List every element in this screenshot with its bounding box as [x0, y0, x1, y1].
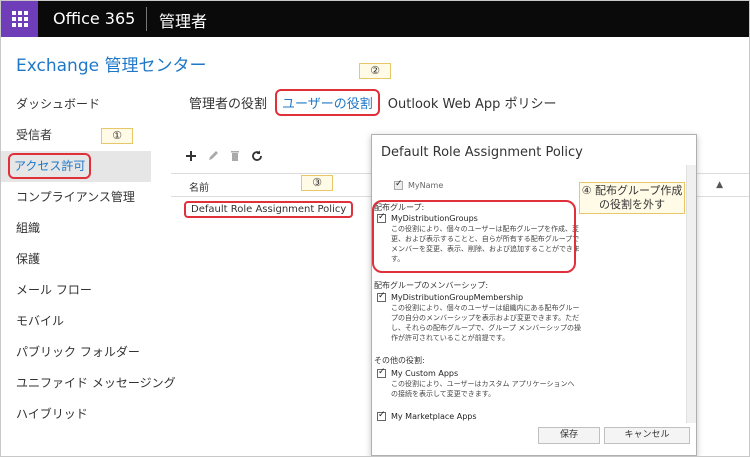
sidebar-item-label: メール フロー — [16, 283, 92, 297]
cancel-button[interactable]: キャンセル — [604, 427, 690, 444]
sidebar-item-label: 保護 — [16, 252, 41, 266]
edit-icon[interactable] — [206, 149, 220, 163]
dialog-footer: 保存 キャンセル — [372, 421, 696, 455]
role-description: この役割により、ユーザーはカスタム アプリケーションへの接続を表示して変更できま… — [391, 380, 575, 398]
page-title: Exchange 管理センター — [16, 56, 207, 76]
save-button[interactable]: 保存 — [538, 427, 600, 444]
tab-bar: 管理者の役割 ユーザーの役割 Outlook Web App ポリシー — [189, 89, 565, 116]
section-label[interactable]: 管理者 — [159, 8, 207, 32]
custom-apps-checkbox[interactable] — [377, 367, 386, 378]
highlight-box — [372, 200, 576, 273]
group-label: 配布グループのメンバーシップ: — [374, 281, 489, 290]
sidebar-item-compliance[interactable]: コンプライアンス管理 — [1, 182, 151, 213]
add-icon[interactable] — [184, 149, 198, 163]
top-bar: Office 365 管理者 — [1, 1, 749, 37]
app-launcher-icon[interactable] — [1, 1, 38, 37]
tab-user-roles[interactable]: ユーザーの役割 — [275, 89, 380, 116]
topbar-divider — [146, 7, 147, 31]
callout-1: ① — [101, 128, 133, 144]
role-name: MyName — [408, 181, 444, 190]
app-window: Office 365 管理者 Exchange 管理センター ダッシュボード 受… — [0, 0, 750, 457]
brand-label[interactable]: Office 365 — [53, 9, 135, 28]
sidebar-item-mobile[interactable]: モバイル — [1, 306, 151, 337]
callout-2: ② — [359, 63, 391, 79]
sidebar-item-protection[interactable]: 保護 — [1, 244, 151, 275]
marketplace-apps-checkbox[interactable] — [377, 410, 386, 421]
sidebar-item-unified-messaging[interactable]: ユニファイド メッセージング — [1, 368, 176, 399]
sidebar-item-public-folders[interactable]: パブリック フォルダー — [1, 337, 151, 368]
sidebar-item-mail-flow[interactable]: メール フロー — [1, 275, 151, 306]
group-label: その他の役割: — [374, 356, 425, 365]
distribution-membership-checkbox[interactable] — [377, 291, 386, 302]
sidebar-item-label: ハイブリッド — [16, 407, 88, 421]
column-header-name[interactable]: 名前 — [189, 179, 209, 194]
sidebar-item-label: アクセス許可 — [8, 153, 92, 179]
tab-owa-policies[interactable]: Outlook Web App ポリシー — [388, 93, 557, 112]
sidebar-item-label: パブリック フォルダー — [16, 345, 140, 359]
sidebar-item-organization[interactable]: 組織 — [1, 213, 151, 244]
table-row[interactable]: Default Role Assignment Policy — [184, 201, 354, 218]
delete-icon[interactable] — [228, 149, 242, 163]
sidebar-item-hybrid[interactable]: ハイブリッド — [1, 399, 151, 430]
tab-admin-roles[interactable]: 管理者の役割 — [189, 93, 267, 112]
sort-up-icon[interactable]: ▲ — [716, 180, 723, 190]
sidebar-item-permissions[interactable]: アクセス許可 — [1, 151, 151, 182]
sidebar-item-label: 受信者 — [16, 128, 53, 142]
role-description: この役割により、個々のユーザーは組織内にある配布グループの自分のメンバーシップを… — [391, 304, 581, 342]
refresh-icon[interactable] — [250, 149, 264, 163]
toolbar — [184, 149, 264, 163]
dialog-title: Default Role Assignment Policy — [381, 145, 583, 160]
sidebar-item-label: ユニファイド メッセージング — [16, 376, 176, 390]
sidebar-item-label: モバイル — [16, 314, 65, 328]
dialog-scrollbar[interactable] — [686, 165, 696, 423]
role-name: My Custom Apps — [391, 369, 459, 378]
myname-checkbox[interactable] — [394, 179, 403, 190]
sidebar-item-dashboard[interactable]: ダッシュボード — [1, 89, 151, 120]
role-name: MyDistributionGroupMembership — [391, 293, 524, 302]
sidebar-item-label: ダッシュボード — [16, 97, 101, 111]
sidebar-item-label: 組織 — [16, 221, 41, 235]
sidebar-item-label: コンプライアンス管理 — [16, 190, 135, 204]
callout-4: ④ 配布グループ作成の役割を外す — [579, 182, 685, 214]
